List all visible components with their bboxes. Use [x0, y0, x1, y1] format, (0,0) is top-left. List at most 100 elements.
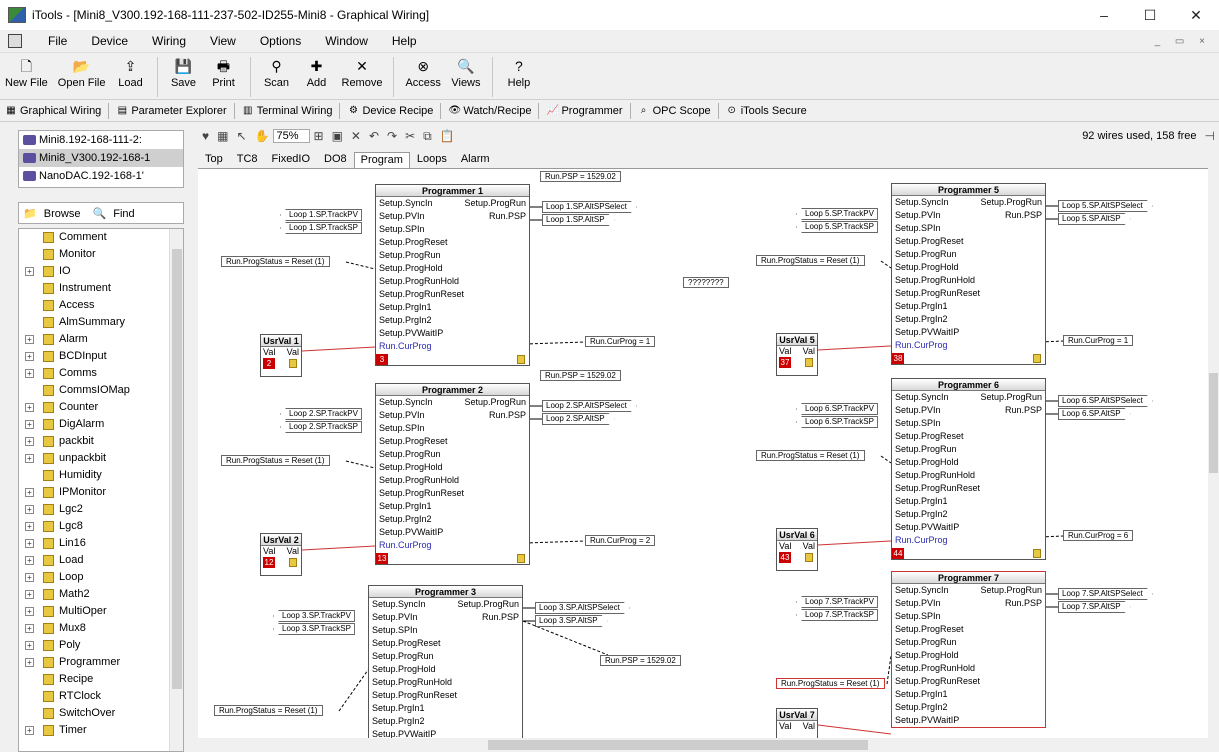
tree-item-multioper[interactable]: + MultiOper — [19, 603, 183, 620]
block-parameter[interactable]: Setup.ProgReset — [892, 430, 1045, 443]
tree-item-io[interactable]: + IO — [19, 263, 183, 280]
user-value-block[interactable]: UsrVal 1 Val Val 2 — [260, 334, 302, 377]
zoom-fit-icon[interactable]: ⊞ — [310, 129, 328, 143]
block-parameter[interactable]: Setup.SPIn — [376, 422, 529, 435]
expand-icon[interactable]: + — [25, 590, 34, 599]
grid-icon[interactable]: ▦ — [213, 129, 232, 143]
menu-file[interactable]: File — [36, 34, 79, 48]
block-parameter[interactable]: Setup.ProgReset — [376, 435, 529, 448]
input-tag[interactable]: Loop 6.SP.TrackPV — [796, 403, 878, 415]
block-parameter[interactable]: Setup.ProgRunReset — [892, 287, 1045, 300]
block-parameter[interactable]: Run.CurProg — [376, 340, 529, 353]
block-parameter[interactable]: Setup.PrgIn1 — [376, 500, 529, 513]
output-tag[interactable]: Loop 6.SP.AltSP — [1058, 408, 1131, 419]
input-tag[interactable]: Loop 5.SP.TrackSP — [796, 221, 878, 233]
expand-icon[interactable]: + — [25, 505, 34, 514]
block-parameter[interactable]: Setup.PrgIn1 — [376, 301, 529, 314]
find-tab[interactable]: 🔍 Find — [88, 207, 142, 220]
sheet-tab-top[interactable]: Top — [198, 151, 230, 168]
output-tag[interactable]: Loop 2.SP.AltSPSelect — [542, 400, 637, 411]
output-tag[interactable]: Loop 3.SP.AltSP — [535, 615, 608, 626]
block-parameter[interactable]: Setup.PVIn Run.PSP — [369, 611, 522, 624]
tree-item-monitor[interactable]: Monitor — [19, 246, 183, 263]
overview-icon[interactable]: ▣ — [328, 129, 347, 143]
block-parameter[interactable]: Setup.PrgIn1 — [892, 495, 1045, 508]
input-tag[interactable]: Loop 7.SP.TrackSP — [796, 609, 878, 621]
block-parameter[interactable]: Setup.ProgRun — [892, 443, 1045, 456]
block-parameter[interactable]: Setup.ProgHold — [376, 262, 529, 275]
paste-icon[interactable]: 📋 — [436, 129, 459, 143]
user-value-block[interactable]: UsrVal 5 Val Val 37 — [776, 333, 818, 376]
block-parameter[interactable]: Setup.ProgReset — [892, 623, 1045, 636]
block-parameter[interactable]: Setup.SyncIn Setup.ProgRun — [892, 391, 1045, 404]
block-parameter[interactable]: Setup.PrgIn1 — [892, 300, 1045, 313]
block-parameter[interactable]: Setup.ProgRunReset — [376, 288, 529, 301]
expand-icon[interactable]: + — [25, 437, 34, 446]
input-tag[interactable]: Loop 3.SP.TrackPV — [273, 610, 355, 622]
output-tag[interactable]: Loop 2.SP.AltSP — [542, 413, 615, 424]
block-parameter[interactable]: Setup.PVWaitIP — [892, 714, 1045, 727]
device-item[interactable]: NanoDAC.192-168-1' — [19, 167, 183, 185]
output-tag[interactable]: Loop 3.SP.AltSPSelect — [535, 602, 630, 613]
block-parameter[interactable]: Setup.ProgRunReset — [892, 482, 1045, 495]
wire[interactable] — [817, 724, 892, 735]
wire[interactable] — [817, 540, 892, 546]
user-value-block[interactable]: UsrVal 6 Val Val 43 — [776, 528, 818, 571]
minimize-button[interactable]: – — [1081, 0, 1127, 30]
sheet-tab-program[interactable]: Program — [353, 152, 410, 168]
input-tag[interactable]: Loop 5.SP.TrackPV — [796, 208, 878, 220]
maximize-button[interactable]: ☐ — [1127, 0, 1173, 30]
output-tag[interactable]: Loop 6.SP.AltSPSelect — [1058, 395, 1153, 406]
programmer-block[interactable]: Programmer 2 Setup.SyncIn Setup.ProgRun Set… — [375, 383, 530, 565]
view-tab-graphical-wiring[interactable]: ▦ Graphical Wiring — [0, 105, 106, 117]
tree-item-commsiomap[interactable]: CommsIOMap — [19, 382, 183, 399]
block-parameter[interactable]: Setup.SPIn — [369, 624, 522, 637]
sheet-tab-loops[interactable]: Loops — [410, 151, 454, 168]
menu-device[interactable]: Device — [79, 34, 140, 48]
sheet-tab-alarm[interactable]: Alarm — [454, 151, 497, 168]
pan-hand-icon[interactable]: ✋ — [251, 129, 274, 143]
input-tag[interactable]: Loop 1.SP.TrackPV — [280, 209, 362, 221]
block-parameter[interactable]: Setup.ProgRunHold — [369, 676, 522, 689]
tree-item-load[interactable]: + Load — [19, 552, 183, 569]
print-button[interactable]: 🖶 Print — [204, 53, 244, 89]
tree-item-lin16[interactable]: + Lin16 — [19, 535, 183, 552]
view-tab-device-recipe[interactable]: ⚙ Device Recipe — [342, 105, 438, 117]
block-parameter[interactable]: Setup.ProgRun — [369, 650, 522, 663]
block-parameter[interactable]: Setup.ProgHold — [376, 461, 529, 474]
block-parameter[interactable]: Setup.ProgRun — [376, 249, 529, 262]
programmer-block[interactable]: Programmer 6 Setup.SyncIn Setup.ProgRun Set… — [891, 378, 1046, 560]
tree-item-mux8[interactable]: + Mux8 — [19, 620, 183, 637]
wiring-canvas[interactable]: Programmer 1 Setup.SyncIn Setup.ProgRun Set… — [198, 168, 1208, 738]
block-parameter[interactable]: Setup.PVWaitIP — [892, 521, 1045, 534]
tree-item-instrument[interactable]: Instrument — [19, 280, 183, 297]
sheet-tab-fixedio[interactable]: FixedIO — [265, 151, 318, 168]
block-parameter[interactable]: Setup.SyncIn Setup.ProgRun — [376, 197, 529, 210]
block-parameter[interactable]: Setup.ProgRunHold — [892, 662, 1045, 675]
output-tag[interactable]: Loop 5.SP.AltSP — [1058, 213, 1131, 224]
output-tag[interactable]: Loop 1.SP.AltSP — [542, 214, 615, 225]
block-parameter[interactable]: Setup.SPIn — [376, 223, 529, 236]
view-tab-itools-secure[interactable]: ⊙ iTools Secure — [721, 105, 812, 117]
load-button[interactable]: ⇪ Load — [111, 53, 151, 89]
canvas-horizontal-scrollbar[interactable] — [198, 738, 1208, 752]
block-parameter[interactable]: Setup.ProgHold — [369, 663, 522, 676]
block-parameter[interactable]: Setup.ProgHold — [892, 649, 1045, 662]
wire[interactable] — [817, 345, 892, 351]
add-button[interactable]: ✚ Add — [297, 53, 337, 89]
expand-icon[interactable]: + — [25, 539, 34, 548]
unknown-block-tag[interactable]: ???????? — [683, 277, 729, 288]
block-parameter[interactable]: Setup.PrgIn2 — [892, 313, 1045, 326]
block-parameter[interactable]: Setup.SPIn — [892, 417, 1045, 430]
tree-item-digalarm[interactable]: + DigAlarm — [19, 416, 183, 433]
tree-item-comms[interactable]: + Comms — [19, 365, 183, 382]
tree-item-ipmonitor[interactable]: + IPMonitor — [19, 484, 183, 501]
expand-icon[interactable]: + — [25, 335, 34, 344]
expand-icon[interactable]: + — [25, 624, 34, 633]
output-tag[interactable]: Loop 5.SP.AltSPSelect — [1058, 200, 1153, 211]
tree-item-humidity[interactable]: Humidity — [19, 467, 183, 484]
close-button[interactable]: ✕ — [1173, 0, 1219, 30]
tree-item-counter[interactable]: + Counter — [19, 399, 183, 416]
views-button[interactable]: 🔍 Views — [446, 53, 486, 89]
view-tab-programmer[interactable]: 📈 Programmer — [541, 105, 627, 117]
